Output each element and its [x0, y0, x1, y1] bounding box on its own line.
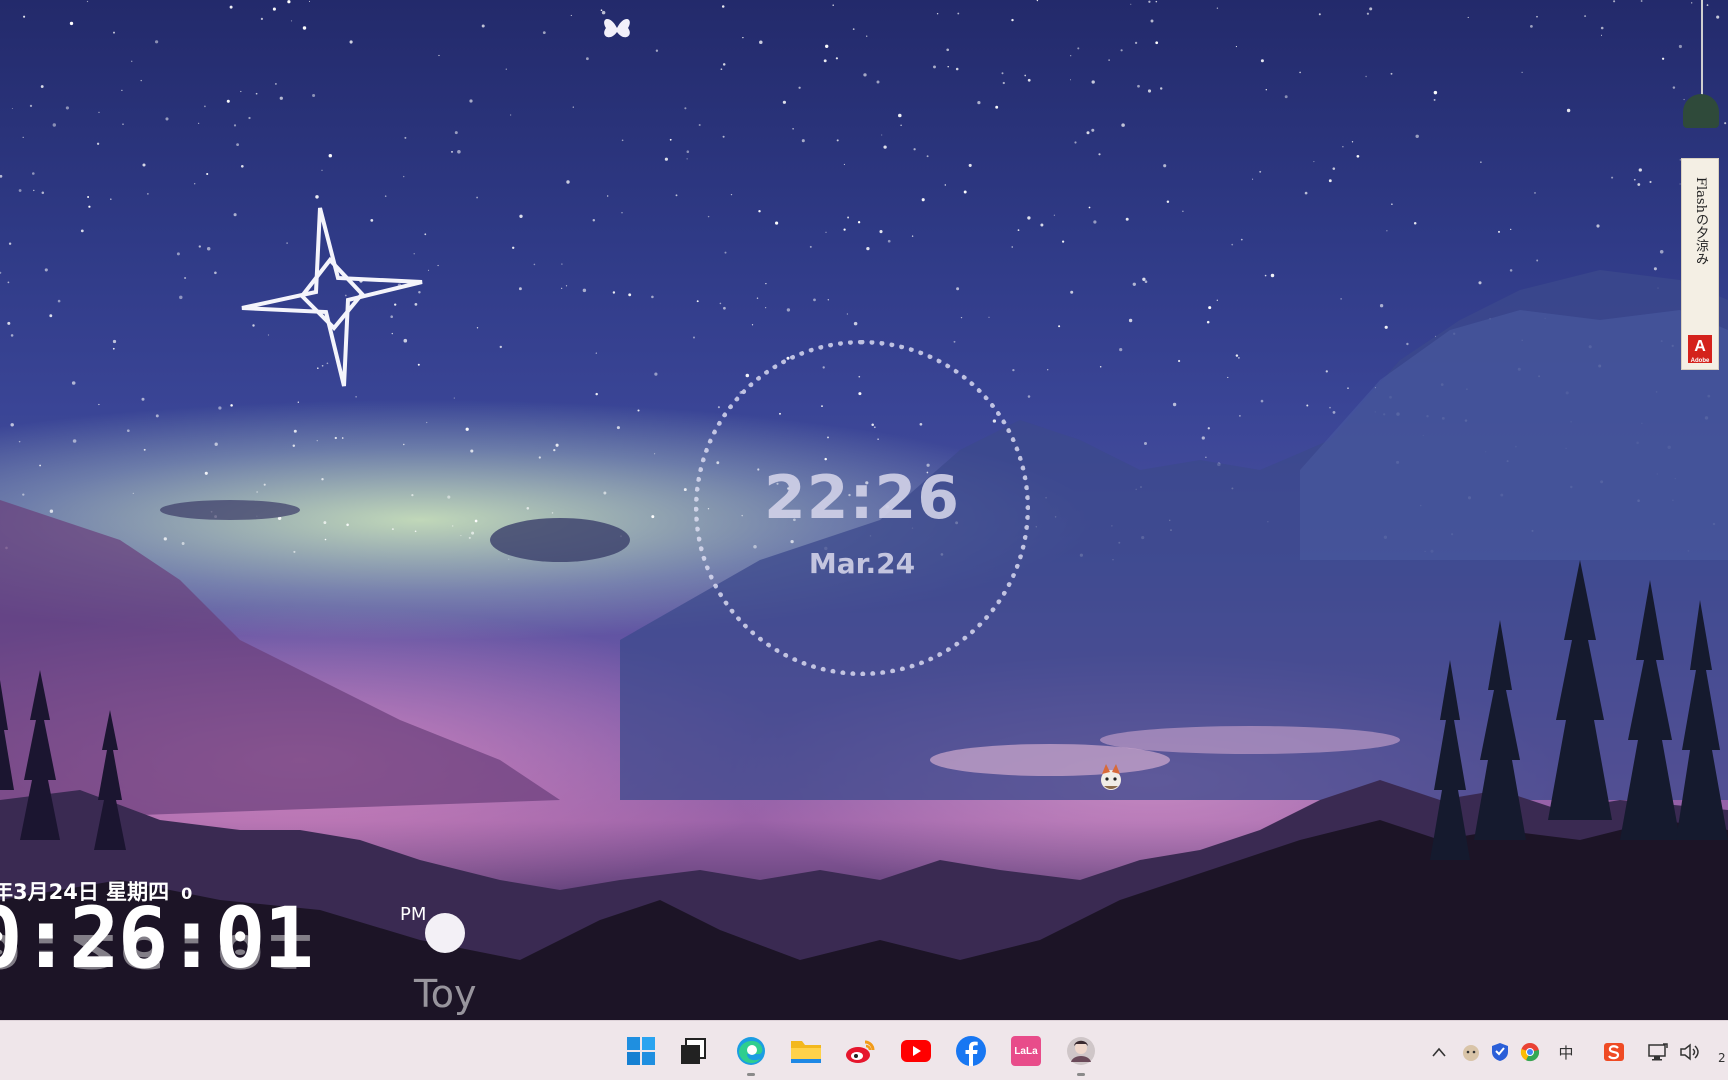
pet-tray-icon	[1463, 1045, 1479, 1061]
circle-clock-time: 22:26	[764, 463, 960, 533]
taskbar: LaLa 中 2	[0, 1020, 1728, 1080]
facebook-icon	[956, 1036, 986, 1066]
show-hidden-icons-button[interactable]	[1428, 1041, 1450, 1063]
butterfly-icon	[604, 18, 630, 38]
volume-button[interactable]	[1679, 1041, 1701, 1063]
lalala-icon: LaLa	[1011, 1036, 1041, 1066]
sogou-icon	[1604, 1043, 1624, 1061]
start-button[interactable]	[622, 1032, 660, 1070]
windows-logo-icon	[627, 1037, 655, 1065]
ninja-star-icon	[241, 207, 423, 387]
digital-clock-label: Toy	[414, 972, 477, 1016]
network-button[interactable]	[1647, 1041, 1669, 1063]
task-view-icon	[681, 1038, 706, 1064]
chime-string	[1701, 0, 1703, 96]
facebook-button[interactable]	[952, 1032, 990, 1070]
weibo-icon	[846, 1040, 875, 1063]
circle-clock-widget: 22:26 Mar.24	[694, 340, 1030, 676]
desktop-wallpaper: 22:26 Mar.24 年3月24日 星期四 0 0:26:01 0:26:01…	[0, 0, 1728, 1080]
task-view-button[interactable]	[674, 1032, 712, 1070]
chrome-icon	[1520, 1043, 1540, 1062]
adobe-logo-icon: A Adobe	[1688, 335, 1712, 364]
tray-clock[interactable]: 2	[1718, 1051, 1726, 1065]
wind-chime-widget[interactable]: Flashの夕涼み A Adobe	[1676, 0, 1728, 380]
file-explorer-button[interactable]	[787, 1032, 825, 1070]
circle-clock-date: Mar.24	[808, 547, 916, 580]
youtube-icon	[901, 1040, 931, 1062]
input-method-indicator[interactable]: 中	[1555, 1041, 1577, 1063]
shield-icon	[1492, 1043, 1508, 1061]
weibo-button[interactable]	[842, 1032, 880, 1070]
edge-button[interactable]	[732, 1032, 770, 1076]
lalala-button[interactable]: LaLa	[1007, 1032, 1045, 1070]
moon-icon	[425, 913, 465, 953]
network-icon	[1648, 1043, 1668, 1061]
tray-browser-button[interactable]	[1519, 1041, 1541, 1063]
adobe-logo-letter: A	[1694, 338, 1706, 355]
adobe-logo-text: Adobe	[1690, 358, 1710, 364]
bell-icon	[1683, 94, 1719, 128]
tray-sogou-button[interactable]	[1603, 1041, 1625, 1063]
folder-icon	[791, 1041, 821, 1063]
running-indicator	[747, 1073, 755, 1076]
chevron-up-icon	[1432, 1047, 1446, 1057]
tray-pet-button[interactable]	[1460, 1041, 1482, 1063]
youtube-button[interactable]	[897, 1032, 935, 1070]
avatar-app-button[interactable]	[1062, 1032, 1100, 1076]
chime-card-text: Flashの夕涼み	[1693, 177, 1708, 265]
edge-icon	[737, 1037, 765, 1065]
speaker-icon	[1680, 1043, 1699, 1061]
running-indicator	[1077, 1073, 1085, 1076]
chime-paper-card: Flashの夕涼み A Adobe	[1681, 158, 1719, 370]
avatar-icon	[1067, 1037, 1095, 1065]
digital-clock-ampm: PM	[400, 904, 427, 925]
desktop-pet-icon[interactable]	[1096, 762, 1126, 792]
tray-security-button[interactable]	[1489, 1041, 1511, 1063]
digital-clock-reflection: 0:26:01	[0, 923, 313, 978]
